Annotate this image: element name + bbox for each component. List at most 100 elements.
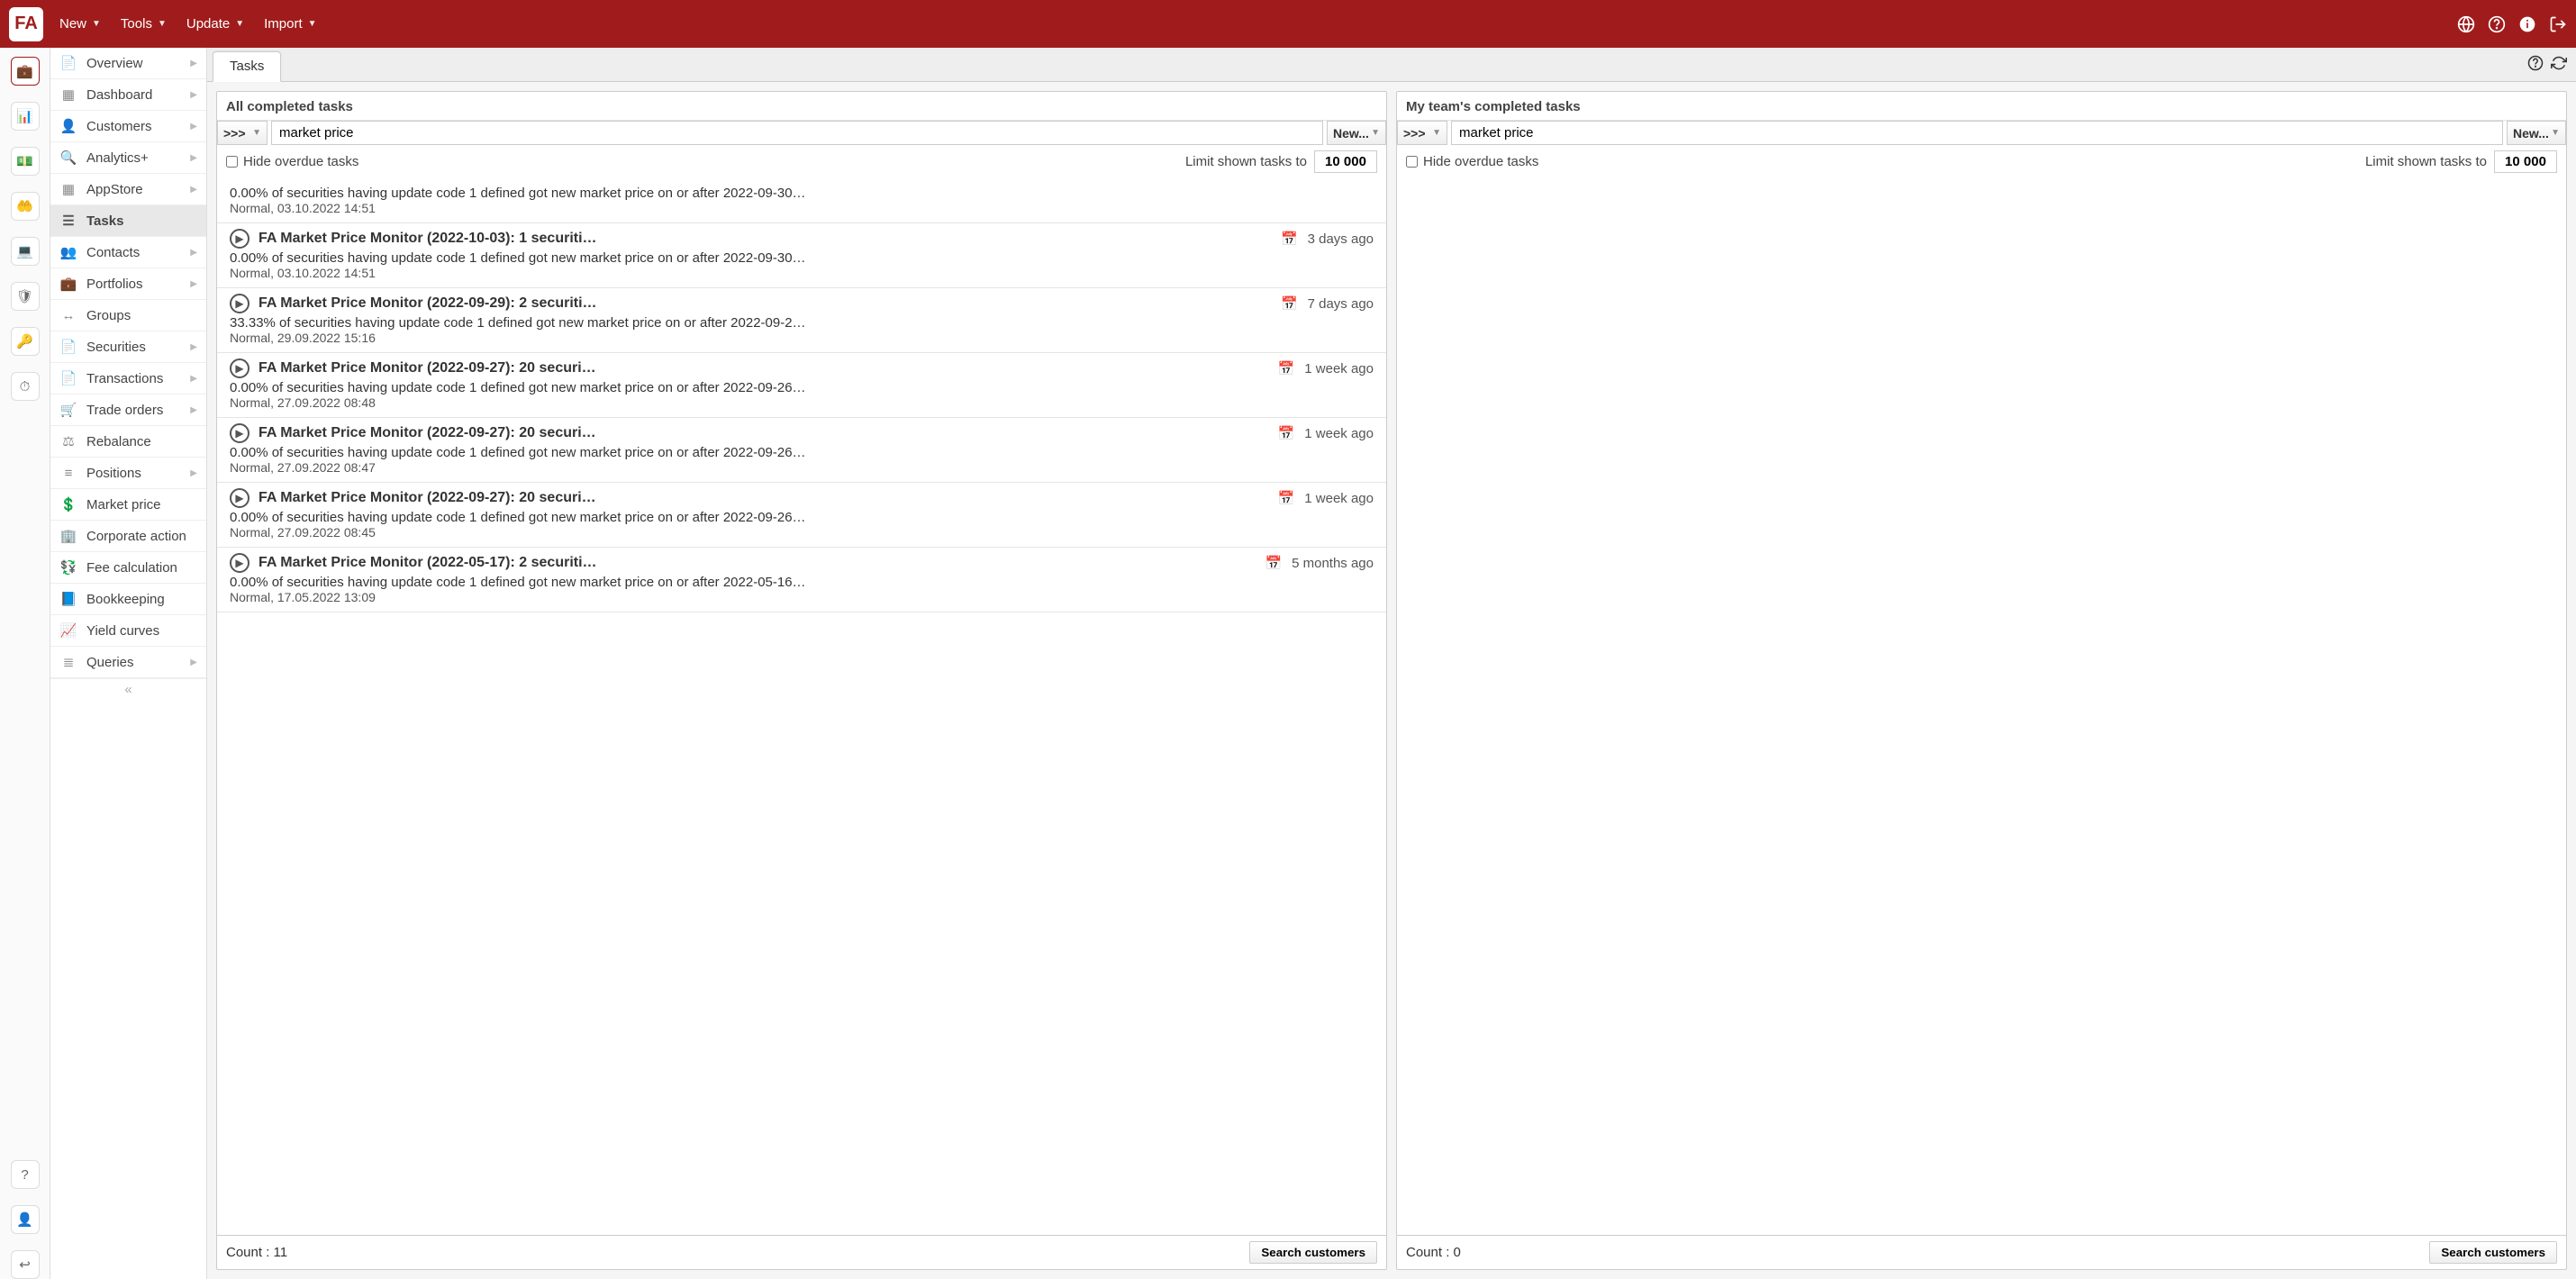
sidebar-icon: 💱 — [59, 559, 77, 576]
menu-label: Tools — [121, 16, 152, 32]
help-icon[interactable] — [2488, 15, 2506, 33]
task-status-icon: ▶ — [230, 358, 249, 378]
menu-label: New — [59, 16, 86, 32]
task-list[interactable] — [1397, 178, 2566, 1235]
sidebar-item-label: Portfolios — [86, 277, 190, 292]
globe-icon[interactable] — [2457, 15, 2475, 33]
task-description: 0.00% of securities having update code 1… — [230, 443, 1374, 460]
search-input[interactable] — [271, 121, 1323, 145]
rail-help-icon[interactable]: ? — [11, 1160, 40, 1189]
sidebar-item-transactions[interactable]: 📄Transactions▶ — [50, 363, 206, 395]
rail-chart-icon[interactable]: 📊 — [11, 102, 40, 131]
sidebar-icon: ☰ — [59, 213, 77, 229]
rail-gauge-icon[interactable]: ⏱ — [11, 372, 40, 401]
rail-key-icon[interactable]: 🔑 — [11, 327, 40, 356]
menu-import[interactable]: Import▼ — [264, 16, 316, 32]
hide-overdue-checkbox[interactable]: Hide overdue tasks — [1406, 154, 1538, 169]
sidebar-item-appstore[interactable]: ▦AppStore▶ — [50, 174, 206, 205]
menu-label: Import — [264, 16, 303, 32]
limit-input[interactable] — [1314, 150, 1377, 173]
menu-label: Update — [186, 16, 230, 32]
selector-dropdown[interactable]: >>>▼ — [217, 121, 268, 145]
sidebar-collapse[interactable]: « — [50, 678, 206, 700]
task-row[interactable]: ▶📅0.00% of securities having update code… — [217, 178, 1386, 223]
task-title: FA Market Price Monitor (2022-09-27): 20… — [259, 425, 1268, 441]
task-meta: Normal, 03.10.2022 14:51 — [230, 201, 1374, 215]
logout-icon[interactable] — [2549, 15, 2567, 33]
task-list[interactable]: ▶ 📅0.00% of securities having update code… — [217, 178, 1386, 1235]
sidebar-item-customers[interactable]: 👤Customers▶ — [50, 111, 206, 142]
sidebar-item-analytics-[interactable]: 🔍Analytics+▶ — [50, 142, 206, 174]
sidebar-item-groups[interactable]: ↔Groups — [50, 300, 206, 331]
sidebar-item-yield-curves[interactable]: 📈Yield curves — [50, 615, 206, 647]
sidebar-item-corporate-action[interactable]: 🏢Corporate action — [50, 521, 206, 552]
rail-money-icon[interactable]: 💵 — [11, 147, 40, 176]
sidebar-item-securities[interactable]: 📄Securities▶ — [50, 331, 206, 363]
sidebar-icon: 📄 — [59, 370, 77, 386]
sidebar-item-rebalance[interactable]: ⚖Rebalance — [50, 426, 206, 458]
task-title: FA Market Price Monitor (2022-09-27): 20… — [259, 360, 1268, 376]
task-row[interactable]: ▶FA Market Price Monitor (2022-09-27): 2… — [217, 418, 1386, 483]
task-row[interactable]: ▶ FA Market Price Monitor (2022-09-27): 2… — [217, 353, 1386, 418]
chevron-down-icon: ▼ — [1432, 128, 1441, 138]
task-row[interactable]: ▶FA Market Price Monitor (2022-10-03): 1… — [217, 223, 1386, 288]
count-label: Count : 11 — [226, 1245, 287, 1260]
sidebar-item-portfolios[interactable]: 💼Portfolios▶ — [50, 268, 206, 300]
task-row[interactable]: ▶FA Market Price Monitor (2022-05-17): 2… — [217, 548, 1386, 612]
task-description: 33.33% of securities having update code … — [230, 313, 1374, 331]
sidebar-icon: 💼 — [59, 276, 77, 292]
calendar-icon: 📅 — [1277, 424, 1295, 442]
sidebar-item-queries[interactable]: ≣Queries▶ — [50, 647, 206, 678]
sidebar-item-fee-calculation[interactable]: 💱Fee calculation — [50, 552, 206, 584]
task-age: 1 week ago — [1304, 426, 1374, 441]
limit-label: Limit shown tasks to — [1185, 154, 1307, 169]
limit-label: Limit shown tasks to — [2365, 154, 2487, 169]
hide-overdue-checkbox[interactable]: Hide overdue tasks — [226, 154, 358, 169]
task-row[interactable]: ▶ FA Market Price Monitor (2022-09-27): 2… — [217, 483, 1386, 548]
menu-update[interactable]: Update ▼ — [186, 16, 244, 32]
limit-input[interactable] — [2494, 150, 2557, 173]
sidebar-item-dashboard[interactable]: ▦Dashboard▶ — [50, 79, 206, 111]
sidebar-item-label: Market price — [86, 497, 197, 513]
sidebar-item-overview[interactable]: 📄Overview▶ — [50, 48, 206, 79]
chevron-down-icon: ▼ — [235, 19, 244, 29]
topbar: FA New▼ Tools▼ Update ▼ Import▼ — [0, 0, 2576, 48]
task-row[interactable]: ▶FA Market Price Monitor (2022-09-29): 2… — [217, 288, 1386, 353]
rail-shield-icon[interactable]: 🛡 — [11, 282, 40, 311]
refresh-icon[interactable] — [2551, 55, 2567, 75]
rail-exit-icon[interactable]: ↩ — [11, 1250, 40, 1279]
menu-tools[interactable]: Tools▼ — [121, 16, 167, 32]
menu-new[interactable]: New▼ — [59, 16, 101, 32]
sidebar-item-label: Transactions — [86, 371, 190, 386]
sidebar: 📄Overview▶▦Dashboard▶👤Customers▶🔍Analyti… — [50, 48, 207, 1279]
sidebar-item-tasks[interactable]: ☰Tasks — [50, 205, 206, 237]
info-icon[interactable] — [2518, 15, 2536, 33]
sidebar-item-label: Customers — [86, 119, 190, 134]
sidebar-item-bookkeeping[interactable]: 📘Bookkeeping — [50, 584, 206, 615]
task-meta: Normal, 27.09.2022 08:48 — [230, 395, 1374, 410]
tab-tasks[interactable]: Tasks — [213, 51, 281, 82]
help-icon[interactable] — [2527, 55, 2544, 75]
rail-laptop-icon[interactable]: 💻 — [11, 237, 40, 266]
chevron-right-icon: ▶ — [190, 658, 197, 667]
chevron-right-icon: ▶ — [190, 153, 197, 163]
app-logo[interactable]: FA — [9, 7, 43, 41]
rail-briefcase-icon[interactable]: 💼 — [11, 57, 40, 86]
rail-user-icon[interactable]: 👤 — [11, 1205, 40, 1234]
sidebar-item-label: Bookkeeping — [86, 592, 197, 607]
new-button[interactable]: New...▼ — [1327, 121, 1386, 145]
checkbox[interactable] — [1406, 156, 1418, 168]
new-button[interactable]: New...▼ — [2507, 121, 2566, 145]
sidebar-item-market-price[interactable]: 💲Market price — [50, 489, 206, 521]
task-status-icon: ▶ — [230, 488, 249, 508]
sidebar-item-positions[interactable]: ≡Positions▶ — [50, 458, 206, 489]
sidebar-item-trade-orders[interactable]: 🛒Trade orders▶ — [50, 395, 206, 426]
search-customers-button[interactable]: Search customers — [2429, 1241, 2557, 1264]
task-title: FA Market Price Monitor (2022-09-27): 20… — [259, 490, 1268, 506]
rail-hand-icon[interactable]: 🤲 — [11, 192, 40, 221]
sidebar-item-contacts[interactable]: 👥Contacts▶ — [50, 237, 206, 268]
selector-dropdown[interactable]: >>>▼ — [1397, 121, 1447, 145]
checkbox[interactable] — [226, 156, 238, 168]
search-customers-button[interactable]: Search customers — [1249, 1241, 1377, 1264]
search-input[interactable] — [1451, 121, 2503, 145]
